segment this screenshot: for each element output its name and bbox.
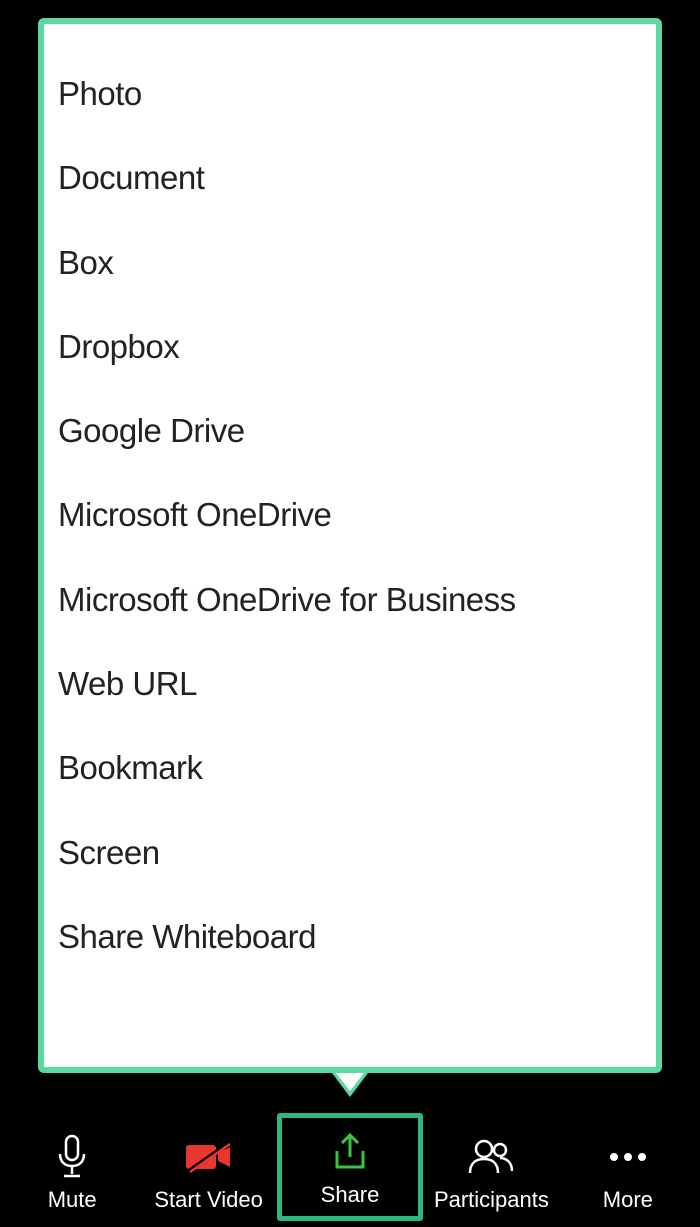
more-icon <box>606 1133 650 1181</box>
share-option-box[interactable]: Box <box>58 221 642 305</box>
participants-button[interactable]: Participants <box>423 1113 559 1221</box>
share-option-dropbox[interactable]: Dropbox <box>58 305 642 389</box>
share-button[interactable]: Share <box>277 1113 423 1221</box>
share-menu-list: Photo Document Box Dropbox Google Drive … <box>44 24 656 1067</box>
microphone-icon <box>55 1133 89 1181</box>
share-option-whiteboard[interactable]: Share Whiteboard <box>58 895 642 979</box>
popup-arrow <box>336 1073 364 1091</box>
share-option-document[interactable]: Document <box>58 136 642 220</box>
share-option-onedrive-business[interactable]: Microsoft OneDrive for Business <box>58 558 642 642</box>
more-button[interactable]: More <box>560 1113 696 1221</box>
video-off-icon <box>184 1133 234 1181</box>
share-popup: Photo Document Box Dropbox Google Drive … <box>38 18 662 1073</box>
share-option-screen[interactable]: Screen <box>58 811 642 895</box>
meeting-toolbar: Mute Start Video Share <box>0 1113 700 1227</box>
share-option-google-drive[interactable]: Google Drive <box>58 389 642 473</box>
more-label: More <box>603 1187 653 1213</box>
share-icon <box>329 1128 371 1176</box>
start-video-button[interactable]: Start Video <box>140 1113 276 1221</box>
participants-icon <box>466 1133 516 1181</box>
mute-label: Mute <box>48 1187 97 1213</box>
share-option-photo[interactable]: Photo <box>58 52 642 136</box>
mute-button[interactable]: Mute <box>4 1113 140 1221</box>
share-option-onedrive[interactable]: Microsoft OneDrive <box>58 473 642 557</box>
share-label: Share <box>321 1182 380 1208</box>
share-option-web-url[interactable]: Web URL <box>58 642 642 726</box>
start-video-label: Start Video <box>154 1187 262 1213</box>
participants-label: Participants <box>434 1187 549 1213</box>
share-option-bookmark[interactable]: Bookmark <box>58 726 642 810</box>
